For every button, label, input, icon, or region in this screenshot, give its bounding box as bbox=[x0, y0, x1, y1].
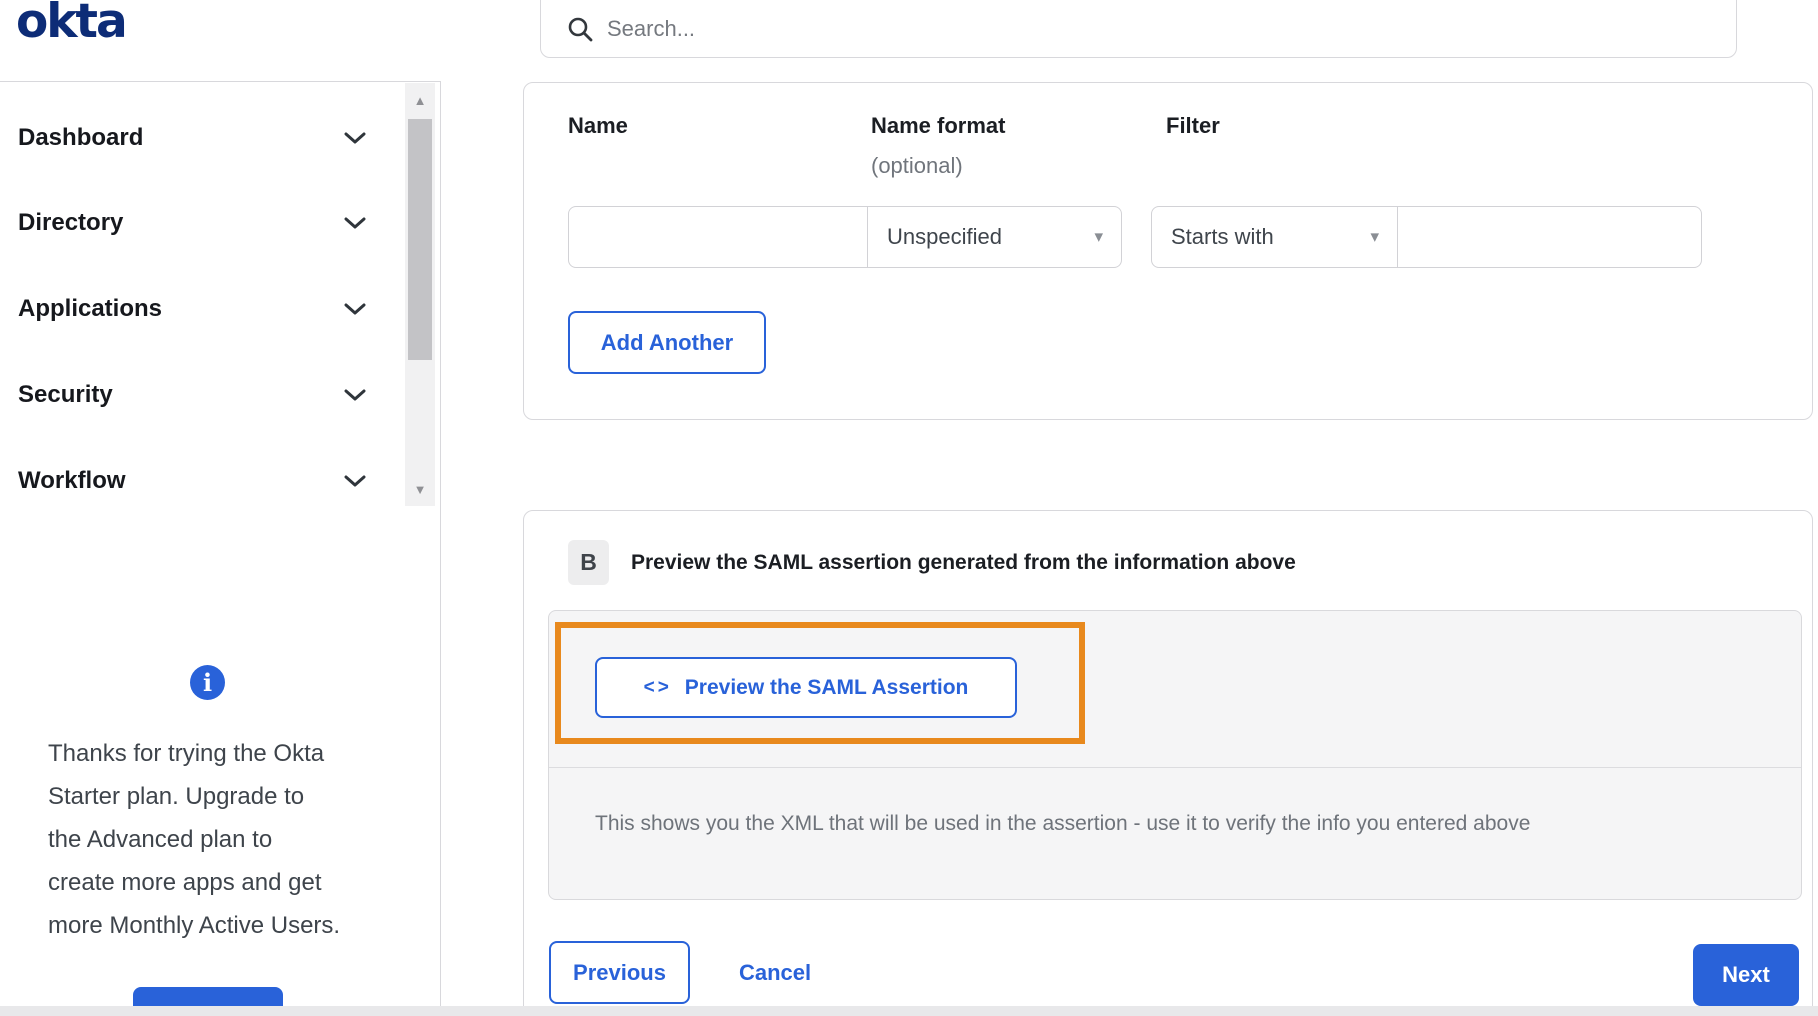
info-icon: i bbox=[190, 665, 225, 700]
sidebar-item-security[interactable]: Security bbox=[0, 352, 440, 438]
preview-saml-panel: B Preview the SAML assertion generated f… bbox=[523, 510, 1813, 1016]
chevron-down-icon bbox=[344, 132, 366, 145]
filter-column-label: Filter bbox=[1166, 113, 1220, 138]
sidebar-scrollbar[interactable]: ▲ ▼ bbox=[405, 83, 435, 506]
viewport-bottom-edge bbox=[0, 1006, 1818, 1016]
name-format-select[interactable]: Unspecified ▾ bbox=[867, 206, 1122, 268]
scrollbar-thumb[interactable] bbox=[408, 119, 432, 360]
sidebar-item-dashboard[interactable]: Dashboard bbox=[0, 95, 440, 181]
upgrade-message: Thanks for trying the Okta Starter plan.… bbox=[48, 740, 341, 939]
scroll-up-icon[interactable]: ▲ bbox=[405, 93, 435, 109]
preview-button-label: Preview the SAML Assertion bbox=[684, 675, 969, 699]
filter-operator-select[interactable]: Starts with ▾ bbox=[1151, 206, 1398, 268]
name-format-column-label: Name format bbox=[871, 113, 1006, 138]
search-icon bbox=[567, 16, 593, 42]
filter-value-input[interactable] bbox=[1397, 206, 1702, 268]
chevron-down-icon bbox=[344, 303, 366, 316]
okta-admin-page: okta Dashboard Directory bbox=[0, 0, 1818, 1016]
code-icon: <> bbox=[643, 676, 672, 698]
attribute-name-input[interactable] bbox=[568, 206, 868, 268]
filter-operator-value: Starts with bbox=[1171, 224, 1274, 249]
caret-down-icon: ▾ bbox=[1370, 227, 1379, 246]
add-another-button[interactable]: Add Another bbox=[568, 311, 766, 374]
next-button[interactable]: Next bbox=[1693, 944, 1799, 1006]
scroll-down-icon[interactable]: ▼ bbox=[405, 482, 435, 498]
sidebar-nav: Dashboard Directory Applications Securit… bbox=[0, 82, 440, 524]
previous-button[interactable]: Previous bbox=[549, 941, 690, 1004]
chevron-down-icon bbox=[344, 389, 366, 402]
sidebar: Dashboard Directory Applications Securit… bbox=[0, 81, 441, 1016]
sidebar-item-directory[interactable]: Directory bbox=[0, 180, 440, 266]
chevron-down-icon bbox=[344, 217, 366, 230]
cancel-link[interactable]: Cancel bbox=[739, 941, 811, 1004]
okta-logo: okta bbox=[16, 0, 128, 49]
optional-label: (optional) bbox=[871, 153, 963, 178]
section-b-heading: Preview the SAML assertion generated fro… bbox=[631, 551, 1296, 574]
sidebar-item-applications[interactable]: Applications bbox=[0, 266, 440, 352]
caret-down-icon: ▾ bbox=[1094, 227, 1103, 246]
chevron-down-icon bbox=[344, 475, 366, 488]
preview-description: This shows you the XML that will be used… bbox=[595, 812, 1531, 835]
section-b-badge: B bbox=[568, 540, 609, 585]
global-search[interactable] bbox=[540, 0, 1737, 58]
divider bbox=[549, 767, 1801, 768]
attribute-statements-panel: Name Name format (optional) Filter Unspe… bbox=[523, 82, 1813, 420]
sidebar-item-workflow[interactable]: Workflow bbox=[0, 438, 440, 524]
preview-saml-assertion-button[interactable]: <> Preview the SAML Assertion bbox=[595, 657, 1017, 718]
search-input[interactable] bbox=[607, 16, 1716, 42]
name-column-label: Name bbox=[568, 113, 628, 138]
name-format-value: Unspecified bbox=[887, 224, 1002, 249]
preview-assertion-box: <> Preview the SAML Assertion This shows… bbox=[548, 610, 1802, 900]
